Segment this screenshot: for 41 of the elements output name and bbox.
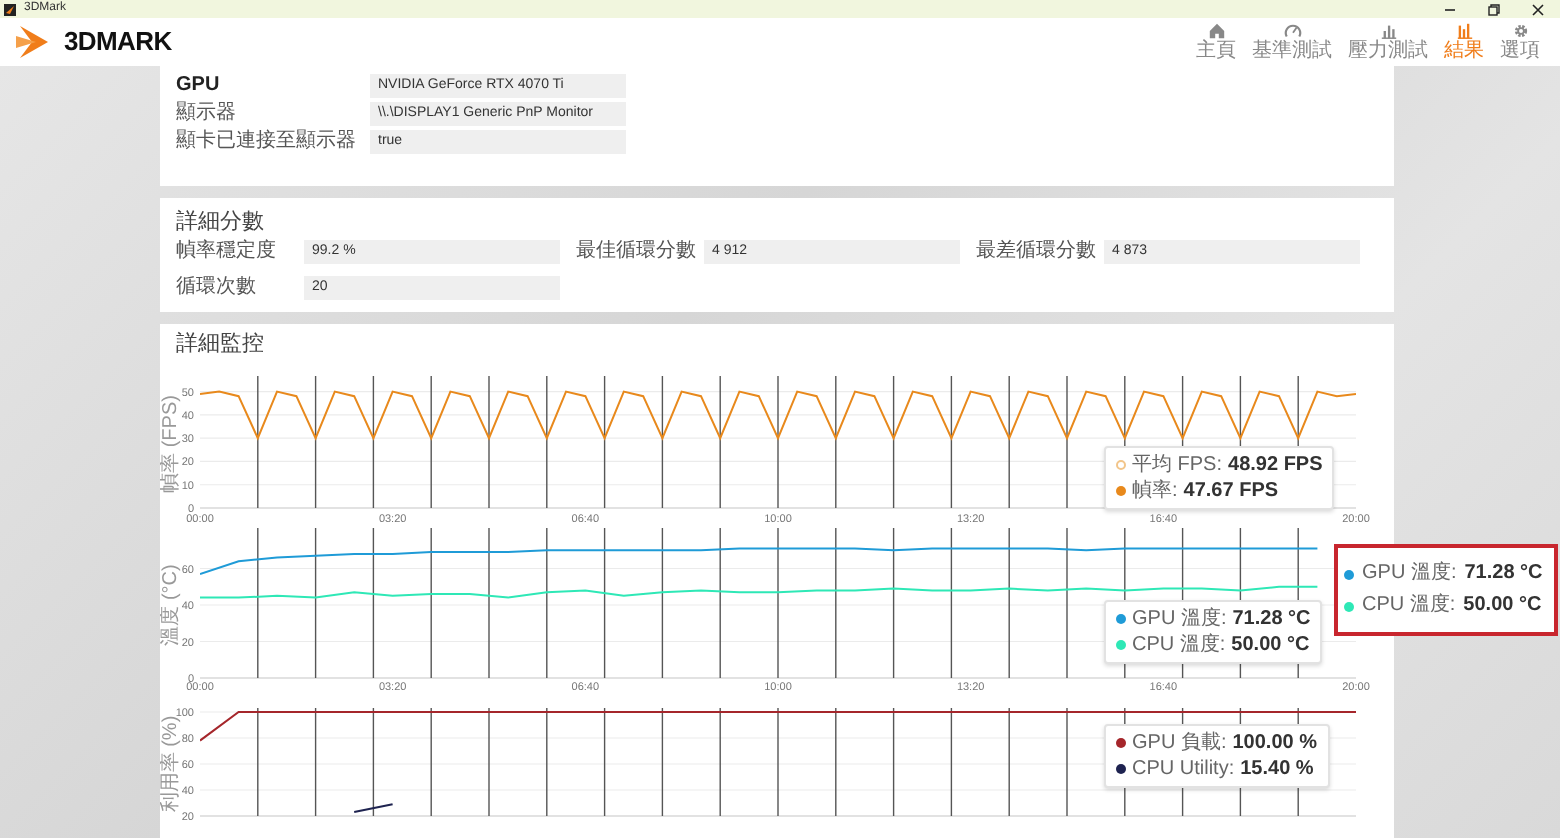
tooltip-value: 100.00 %: [1232, 730, 1317, 756]
tooltip-label: CPU Utility:: [1132, 756, 1235, 782]
tooltip-label: CPU 溫度:: [1362, 591, 1456, 620]
nav-tab[interactable]: 主頁: [1192, 22, 1240, 62]
nav-tab[interactable]: 基準測試: [1248, 22, 1336, 62]
tooltip-label: CPU 溫度:: [1132, 632, 1226, 658]
score-label: 循環次數: [176, 276, 258, 300]
tooltip-value: 47.67 FPS: [1183, 478, 1279, 504]
tooltip-value: 50.00 °C: [1463, 592, 1542, 620]
score-label: 最差循環分數: [976, 240, 1098, 264]
tooltip-value: 15.40 %: [1240, 756, 1314, 782]
info-label: 顯卡已連接至顯示器: [176, 130, 358, 154]
section-title: 詳細監控: [174, 330, 266, 356]
settings-icon: [1511, 22, 1529, 40]
data-line: [353, 803, 394, 813]
tooltip-value: 48.92 FPS: [1228, 452, 1323, 478]
section-title: 詳細分數: [176, 210, 266, 236]
nav-tab[interactable]: 壓力測試: [1344, 22, 1432, 62]
nav-tab[interactable]: 結果: [1440, 22, 1488, 62]
tooltip-label: GPU 負載:: [1132, 730, 1227, 756]
app-icon: [4, 3, 16, 15]
tooltip-label: 平均 FPS:: [1132, 452, 1223, 478]
logo-text: 3DMARK: [64, 28, 172, 56]
gauge-icon: [1283, 22, 1301, 40]
info-label: GPU: [176, 74, 222, 98]
bar-chart-icon: [1455, 22, 1473, 40]
tooltip-value: 71.28 °C: [1232, 606, 1311, 632]
nav-tab[interactable]: 選項: [1496, 22, 1544, 62]
tooltip-value: 50.00 °C: [1231, 632, 1310, 658]
tooltip-label: 幀率:: [1132, 478, 1178, 504]
tooltip-label: GPU 溫度:: [1132, 606, 1227, 632]
restore-icon: [1488, 3, 1500, 15]
score-label: 最佳循環分數: [576, 240, 698, 264]
score-label: 幀率穩定度: [176, 240, 278, 264]
bar-chart-icon: [1379, 22, 1397, 40]
close-icon: [1532, 3, 1544, 15]
info-label: 顯示器: [176, 102, 238, 126]
home-icon: [1207, 22, 1225, 40]
tooltip-label: GPU 溫度:: [1362, 559, 1457, 588]
tooltip-value: 71.28 °C: [1464, 560, 1543, 588]
minimize-icon: [1444, 3, 1456, 15]
